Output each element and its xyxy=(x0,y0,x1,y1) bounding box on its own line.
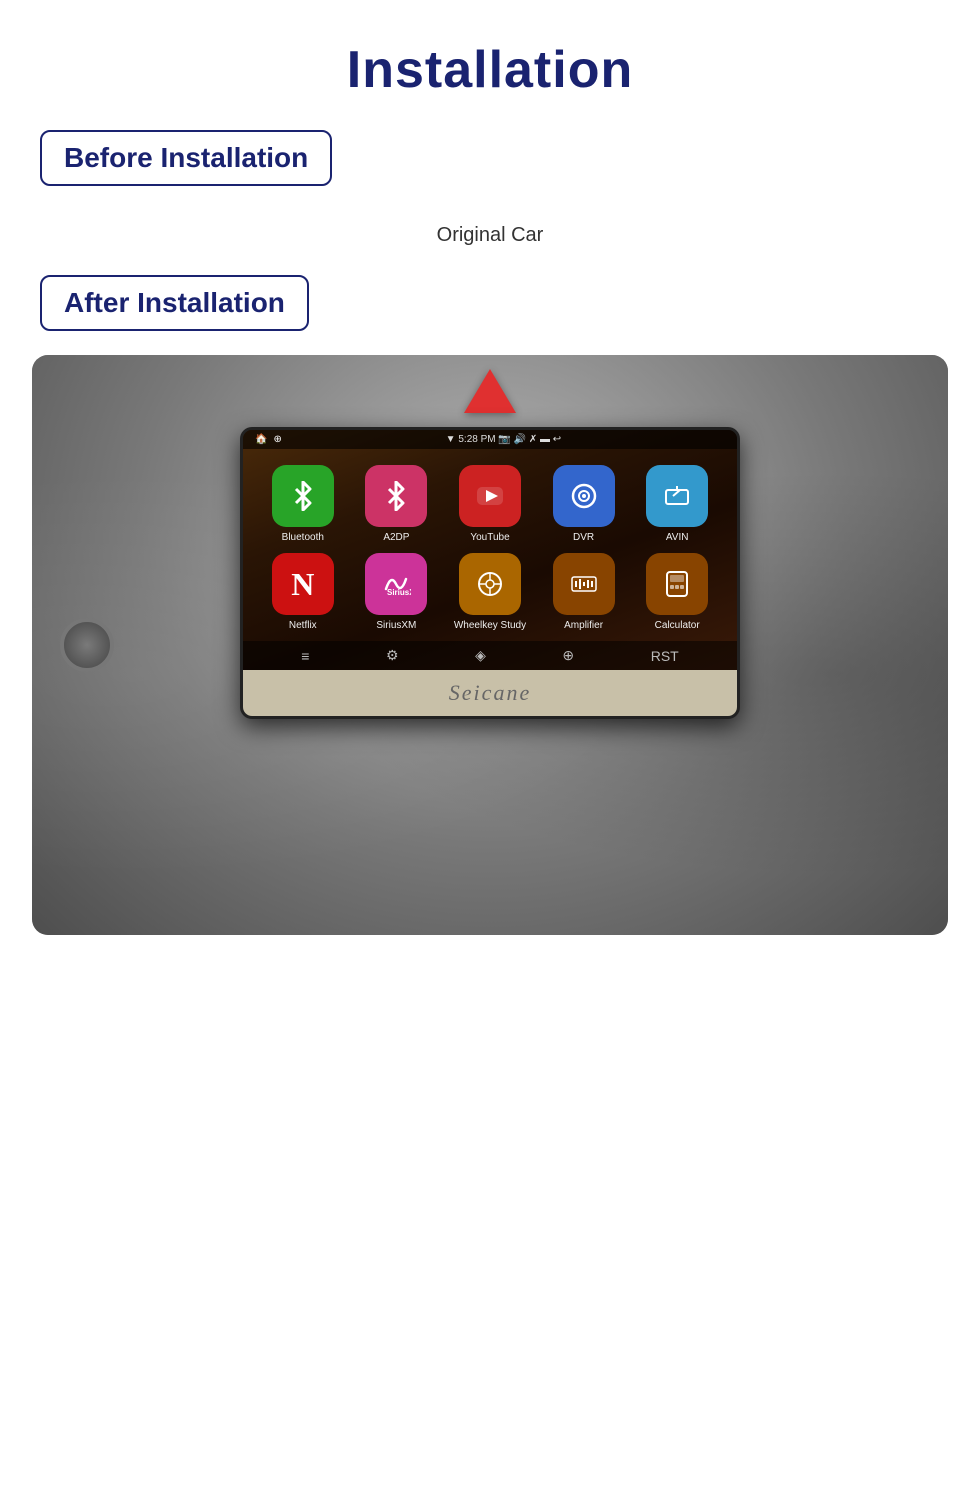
netflix-label: Netflix xyxy=(289,620,317,631)
siriusxm-label: SiriusXM xyxy=(376,620,416,631)
nav-icon-5: RST xyxy=(651,648,679,664)
nav-icon-2: ⚙ xyxy=(386,647,399,664)
seicane-brand-bar: Seicane xyxy=(243,670,737,716)
after-badge-text: After Installation xyxy=(64,287,285,319)
wheelkey-label: Wheelkey Study xyxy=(454,620,526,631)
youtube-icon xyxy=(459,465,521,527)
before-badge-text: Before Installation xyxy=(64,142,308,174)
siriusxm-icon: SiriusXM xyxy=(365,553,427,615)
app-calculator[interactable]: Calculator xyxy=(635,553,719,631)
head-unit: 🏠 ⊕ ▼ 5:28 PM 📷 🔊 ✗ ▬ ↩ xyxy=(240,427,740,719)
calculator-icon xyxy=(646,553,708,615)
app-dvr[interactable]: DVR xyxy=(542,465,626,543)
after-car-image: 🏠 ⊕ ▼ 5:28 PM 📷 🔊 ✗ ▬ ↩ xyxy=(32,355,948,935)
status-time: ▼ 5:28 PM 📷 🔊 ✗ ▬ ↩ xyxy=(446,434,562,445)
page-title: Installation xyxy=(0,0,980,130)
brand-name: Seicane xyxy=(449,680,531,705)
avin-icon xyxy=(646,465,708,527)
nav-icon-1: ≡ xyxy=(301,648,309,664)
amplifier-label: Amplifier xyxy=(564,620,603,631)
netflix-icon: N xyxy=(272,553,334,615)
avin-label: AVIN xyxy=(666,532,689,543)
status-bar: 🏠 ⊕ ▼ 5:28 PM 📷 🔊 ✗ ▬ ↩ xyxy=(243,430,737,449)
a2dp-label: A2DP xyxy=(383,532,409,543)
youtube-label: YouTube xyxy=(470,532,509,543)
after-installation-badge: After Installation xyxy=(0,275,980,355)
dvr-icon xyxy=(553,465,615,527)
bottom-nav-bar: ≡ ⚙ ◈ ⊕ RST xyxy=(243,641,737,670)
app-amplifier[interactable]: Amplifier xyxy=(542,553,626,631)
app-bluetooth[interactable]: Bluetooth xyxy=(261,465,345,543)
nav-icon-4: ⊕ xyxy=(562,647,574,664)
svg-text:SiriusXM: SiriusXM xyxy=(387,588,411,597)
app-youtube[interactable]: YouTube xyxy=(448,465,532,543)
before-installation-badge: Before Installation xyxy=(0,130,980,210)
hazard-triangle-after xyxy=(464,369,516,413)
calculator-label: Calculator xyxy=(655,620,700,631)
wheelkey-icon xyxy=(459,553,521,615)
amplifier-icon xyxy=(553,553,615,615)
bluetooth-label: Bluetooth xyxy=(282,532,324,543)
app-a2dp[interactable]: A2DP xyxy=(355,465,439,543)
key-ignition xyxy=(60,618,114,672)
app-wheelkey[interactable]: Wheelkey Study xyxy=(448,553,532,631)
app-avin[interactable]: AVIN xyxy=(635,465,719,543)
nav-icon-3: ◈ xyxy=(475,647,486,664)
status-left: 🏠 ⊕ xyxy=(255,434,282,445)
a2dp-icon xyxy=(365,465,427,527)
before-caption: Original Car xyxy=(0,210,980,275)
bluetooth-icon xyxy=(272,465,334,527)
home-icon: 🏠 xyxy=(255,434,267,445)
app-netflix[interactable]: N Netflix xyxy=(261,553,345,631)
app-siriusxm[interactable]: SiriusXM SiriusXM xyxy=(355,553,439,631)
wifi-icon: ⊕ xyxy=(273,434,281,445)
dvr-label: DVR xyxy=(573,532,594,543)
apps-grid: Bluetooth A2DP xyxy=(243,449,737,641)
touchscreen: 🏠 ⊕ ▼ 5:28 PM 📷 🔊 ✗ ▬ ↩ xyxy=(243,430,737,670)
